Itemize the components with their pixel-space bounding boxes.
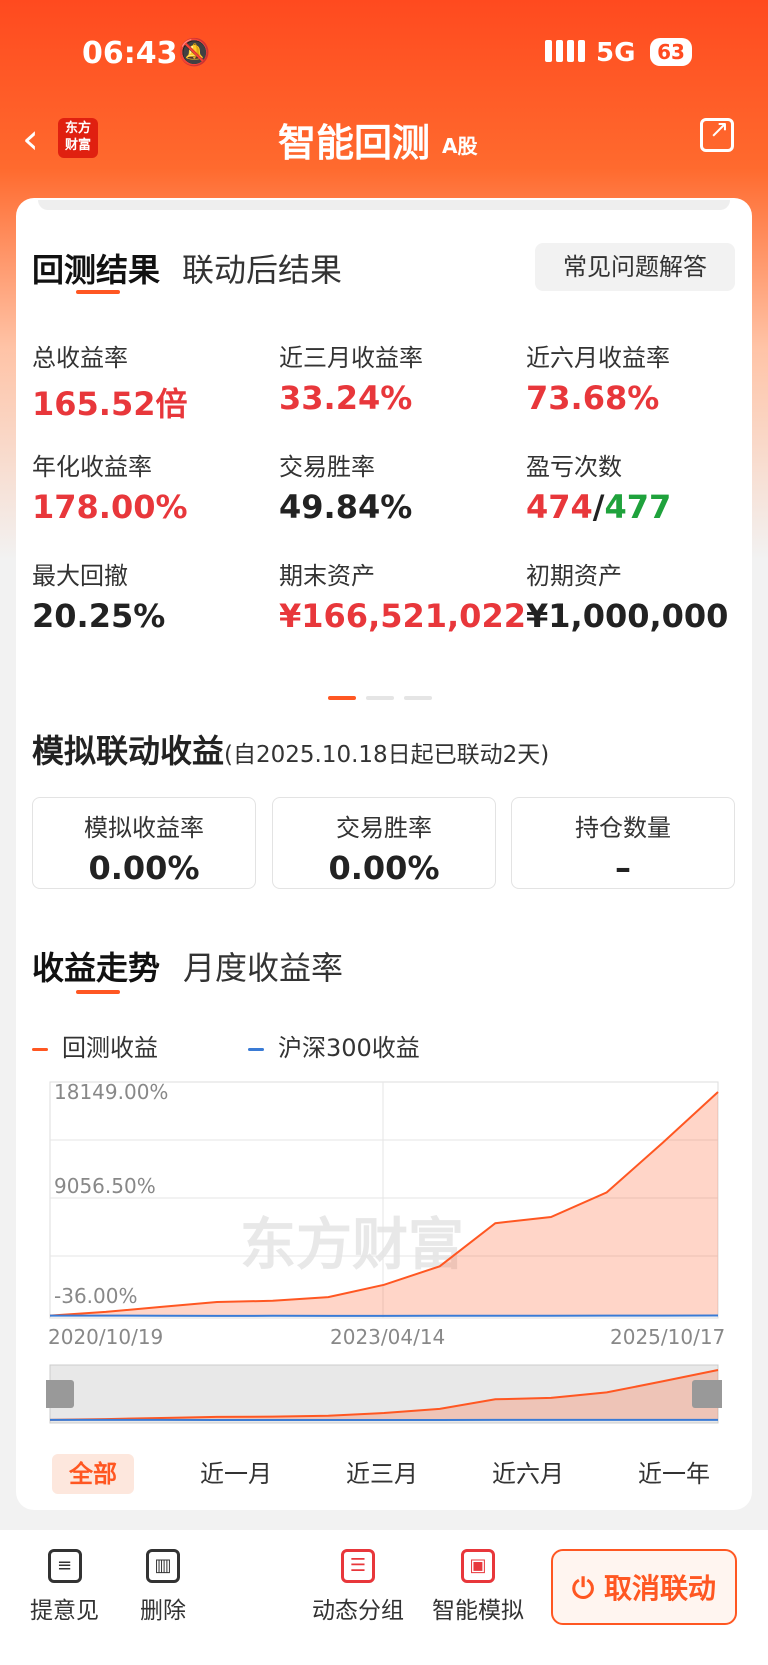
metric-label: 初期资产 bbox=[526, 562, 622, 590]
sim-section-title: 模拟联动收益(自2025.10.18日起已联动2天) bbox=[32, 726, 549, 772]
sim-holdings-box: 持仓数量 – bbox=[511, 797, 735, 889]
nav-bar: ‹ 东方 财富 智能回测 A股 bbox=[0, 100, 768, 180]
metric-initial-assets: 初期资产 ¥1,000,000 bbox=[526, 556, 766, 635]
metric-value: 178.00% bbox=[32, 488, 188, 526]
metric-value: ¥1,000,000 bbox=[526, 597, 729, 635]
slider-handle-left bbox=[46, 1380, 74, 1408]
trash-icon: ▥ bbox=[146, 1549, 180, 1583]
metric-3m-return: 近三月收益率 33.24% bbox=[279, 338, 519, 417]
card-edge bbox=[38, 200, 730, 210]
main-chart-area bbox=[50, 1092, 718, 1316]
sim-box-label: 交易胜率 bbox=[336, 814, 432, 842]
tab-return-trend[interactable]: 收益走势 bbox=[32, 943, 160, 989]
feedback-icon: ≡ bbox=[47, 1549, 82, 1583]
range-1m[interactable]: 近一月 bbox=[186, 1454, 286, 1494]
x-tick-label: 2020/10/19 bbox=[48, 1325, 164, 1349]
tab-indicator bbox=[76, 290, 120, 294]
market-tag: A股 bbox=[442, 134, 478, 158]
metric-max-drawdown: 最大回撤 20.25% bbox=[32, 556, 272, 635]
delete-label: 删除 bbox=[140, 1598, 186, 1624]
list-icon: ☰ bbox=[341, 1549, 375, 1583]
dynamic-group-button[interactable]: ☰ 动态分组 bbox=[312, 1549, 404, 1625]
signal-icon bbox=[545, 40, 589, 66]
legend-label: 回测收益 bbox=[62, 1034, 158, 1062]
metric-label: 交易胜率 bbox=[279, 453, 375, 481]
status-bar: 06:43 🔕 5G 63 bbox=[0, 28, 768, 78]
status-time: 06:43 bbox=[82, 36, 178, 71]
logo-text-2: 财富 bbox=[64, 138, 91, 153]
range-all[interactable]: 全部 bbox=[52, 1454, 134, 1494]
slider-handle-right bbox=[692, 1380, 722, 1408]
metric-label: 盈亏次数 bbox=[526, 453, 622, 481]
sim-return-box: 模拟收益率 0.00% bbox=[32, 797, 256, 889]
y-tick-label: 9056.50% bbox=[54, 1174, 156, 1198]
y-tick-label: -36.00% bbox=[54, 1284, 138, 1308]
sim-box-value: – bbox=[615, 849, 631, 887]
battery-icon: 63 bbox=[650, 38, 692, 66]
range-6m[interactable]: 近六月 bbox=[478, 1454, 578, 1494]
legend-swatch bbox=[248, 1047, 264, 1051]
metric-label: 年化收益率 bbox=[32, 453, 152, 481]
metric-annual-return: 年化收益率 178.00% bbox=[32, 447, 272, 526]
sim-box-label: 模拟收益率 bbox=[84, 814, 204, 842]
sim-winrate-box: 交易胜率 0.00% bbox=[272, 797, 496, 889]
feedback-button[interactable]: ≡ 提意见 bbox=[30, 1549, 99, 1625]
smart-sim-button[interactable]: ▣ 智能模拟 bbox=[432, 1549, 524, 1625]
page-title: 智能回测 bbox=[278, 121, 431, 165]
metric-value: 165.52倍 bbox=[32, 385, 188, 423]
share-icon[interactable] bbox=[700, 115, 734, 152]
legend-backtest: 回测收益 bbox=[32, 1028, 158, 1063]
x-tick-label: 2025/10/17 bbox=[610, 1325, 726, 1349]
count-separator: / bbox=[592, 488, 605, 526]
sim-box-value: 0.00% bbox=[88, 849, 200, 887]
smart-sim-label: 智能模拟 bbox=[432, 1598, 524, 1624]
faq-button[interactable]: 常见问题解答 bbox=[535, 243, 735, 291]
metric-win-loss-count: 盈亏次数 474/477 bbox=[526, 447, 766, 526]
metric-value: ¥166,521,022 bbox=[279, 597, 526, 635]
dynamic-group-label: 动态分组 bbox=[312, 1598, 404, 1624]
legend-swatch bbox=[32, 1047, 48, 1051]
metric-win-rate: 交易胜率 49.84% bbox=[279, 447, 519, 526]
bell-muted-icon: 🔕 bbox=[178, 38, 211, 68]
return-chart bbox=[46, 1081, 722, 1424]
tab-monthly-return[interactable]: 月度收益率 bbox=[183, 943, 343, 989]
range-1y[interactable]: 近一年 bbox=[624, 1454, 724, 1494]
delete-button[interactable]: ▥ 删除 bbox=[140, 1549, 186, 1625]
logo-text-1: 东方 bbox=[64, 121, 91, 136]
feedback-label: 提意见 bbox=[30, 1598, 99, 1624]
metric-label: 期末资产 bbox=[279, 562, 375, 590]
sim-box-value: 0.00% bbox=[328, 849, 440, 887]
range-3m[interactable]: 近三月 bbox=[332, 1454, 432, 1494]
cancel-link-label: 取消联动 bbox=[603, 1572, 716, 1605]
tab-linked-result[interactable]: 联动后结果 bbox=[182, 245, 342, 291]
legend-label: 沪深300收益 bbox=[278, 1034, 420, 1062]
metric-value: 73.68% bbox=[526, 379, 660, 417]
eastmoney-logo: 东方 财富 bbox=[58, 118, 98, 158]
legend-hs300: 沪深300收益 bbox=[248, 1028, 420, 1063]
win-count: 474 bbox=[526, 488, 593, 526]
metric-total-return: 总收益率 165.52倍 bbox=[32, 338, 272, 425]
network-type: 5G bbox=[596, 38, 636, 68]
loss-count: 477 bbox=[604, 488, 672, 526]
metric-label: 近三月收益率 bbox=[279, 344, 423, 372]
y-tick-label: 18149.00% bbox=[54, 1080, 169, 1104]
metric-value: 33.24% bbox=[279, 379, 413, 417]
sim-box-label: 持仓数量 bbox=[575, 814, 671, 842]
tab-backtest-result[interactable]: 回测结果 bbox=[32, 245, 160, 291]
sim-icon: ▣ bbox=[461, 1549, 495, 1583]
metric-6m-return: 近六月收益率 73.68% bbox=[526, 338, 766, 417]
metric-value: 49.84% bbox=[279, 488, 413, 526]
page-indicator bbox=[328, 685, 442, 704]
back-arrow-icon[interactable]: ‹ bbox=[22, 114, 39, 164]
cancel-link-button[interactable]: ⏻ 取消联动 bbox=[551, 1549, 737, 1625]
sim-title-text: 模拟联动收益 bbox=[32, 732, 225, 770]
metric-label: 最大回撤 bbox=[32, 562, 128, 590]
metric-final-assets: 期末资产 ¥166,521,022 bbox=[279, 556, 526, 635]
sim-subtitle: (自2025.10.18日起已联动2天) bbox=[224, 742, 550, 768]
metric-label: 近六月收益率 bbox=[526, 344, 670, 372]
trend-tab-indicator bbox=[76, 990, 120, 994]
metric-value: 20.25% bbox=[32, 597, 166, 635]
x-tick-label: 2023/04/14 bbox=[330, 1325, 446, 1349]
metric-label: 总收益率 bbox=[32, 344, 128, 372]
